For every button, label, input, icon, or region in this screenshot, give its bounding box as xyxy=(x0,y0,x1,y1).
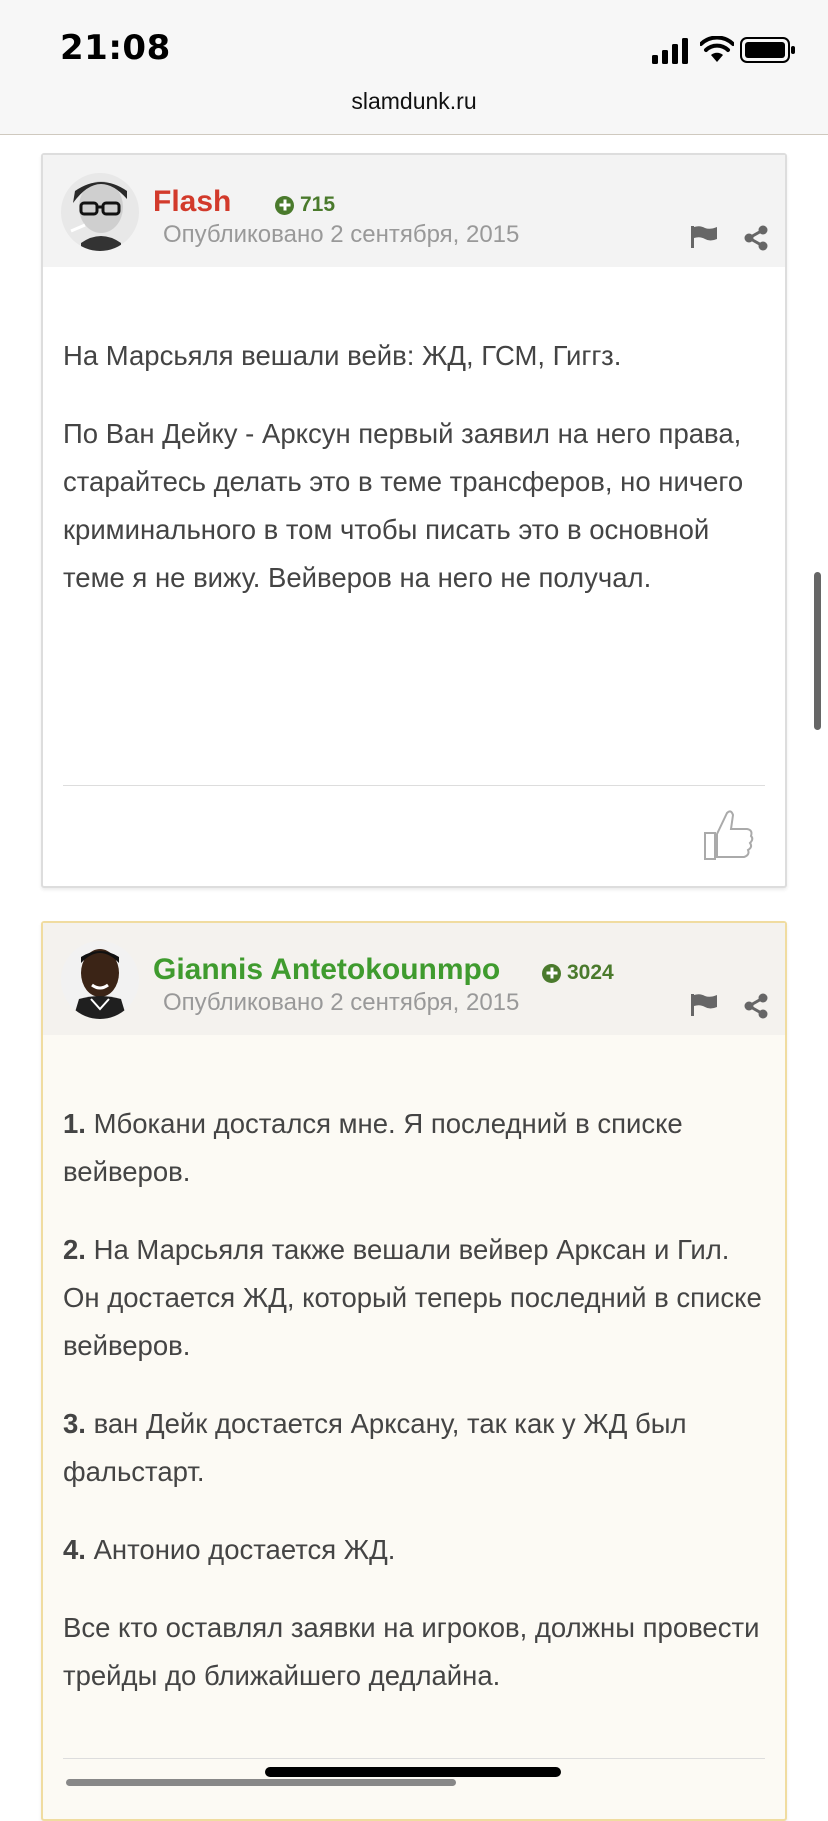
item-text: Антонио достается ЖД. xyxy=(85,1534,396,1565)
item-text: ван Дейк достается Арксану, так как у ЖД… xyxy=(63,1408,687,1487)
post-divider xyxy=(63,785,765,786)
battery-icon xyxy=(740,37,795,63)
post-date: Опубликовано 2 сентября, 2015 xyxy=(163,989,520,1016)
post-content: 1. Мбокани достался мне. Я последний в с… xyxy=(63,1100,765,1730)
post-paragraph: Все кто оставлял заявки на игроков, долж… xyxy=(63,1612,760,1691)
reputation-badge: 715 xyxy=(275,193,335,217)
item-number: 2. xyxy=(63,1234,86,1265)
item-text: Мбокани достался мне. Я последний в спис… xyxy=(63,1108,683,1187)
share-icon[interactable] xyxy=(743,225,769,251)
post-list-item: 3. ван Дейк достается Арксану, так как у… xyxy=(63,1400,765,1496)
post-paragraph: По Ван Дейку - Арксун первый заявил на н… xyxy=(63,418,744,593)
post-list-item: 2. На Марсьяля также вешали вейвер Аркса… xyxy=(63,1226,765,1370)
item-number: 4. xyxy=(63,1534,86,1565)
reputation-count: 715 xyxy=(300,193,336,216)
post-header: Flash 715 Опубликовано 2 сентября, 2015 xyxy=(43,155,785,267)
post-content: На Марсьяля вешали вейв: ЖД, ГСМ, Гиггз.… xyxy=(63,332,765,632)
post-list-item: 1. Мбокани достался мне. Я последний в с… xyxy=(63,1100,765,1196)
item-text: На Марсьяля также вешали вейвер Арксан и… xyxy=(63,1234,762,1361)
share-icon[interactable] xyxy=(743,993,769,1019)
author-name[interactable]: Flash xyxy=(153,185,231,219)
reputation-badge: 3024 xyxy=(542,961,614,985)
flag-icon[interactable] xyxy=(690,225,718,249)
thumbs-up-icon[interactable] xyxy=(701,807,757,863)
post-divider xyxy=(63,1758,765,1759)
item-number: 3. xyxy=(63,1408,86,1439)
horizontal-scrollbar[interactable] xyxy=(66,1779,456,1786)
reputation-count: 3024 xyxy=(567,961,614,984)
author-name[interactable]: Giannis Antetokounmpo xyxy=(153,953,500,987)
flag-icon[interactable] xyxy=(690,993,718,1017)
post-list-item: 4. Антонио достается ЖД. xyxy=(63,1526,765,1574)
forum-post-highlighted: Giannis Antetokounmpo 3024 Опубликовано … xyxy=(41,921,787,1821)
plus-circle-icon xyxy=(542,963,561,983)
avatar[interactable] xyxy=(61,941,139,1019)
plus-circle-icon xyxy=(275,195,294,215)
browser-top-bar: 21:08 slamdunk.ru xyxy=(0,0,828,135)
item-number: 1. xyxy=(63,1108,86,1139)
forum-post: Flash 715 Опубликовано 2 сентября, 2015 … xyxy=(41,153,787,888)
post-paragraph: На Марсьяля вешали вейв: ЖД, ГСМ, Гиггз. xyxy=(63,340,622,371)
cellular-signal-icon xyxy=(652,38,688,64)
status-time: 21:08 xyxy=(60,28,171,68)
post-date: Опубликовано 2 сентября, 2015 xyxy=(163,221,520,248)
post-header: Giannis Antetokounmpo 3024 Опубликовано … xyxy=(43,923,785,1035)
address-bar-url[interactable]: slamdunk.ru xyxy=(0,88,828,115)
avatar[interactable] xyxy=(61,173,139,251)
wifi-icon xyxy=(700,36,734,62)
vertical-scrollbar[interactable] xyxy=(814,572,821,730)
home-indicator[interactable] xyxy=(265,1767,561,1777)
